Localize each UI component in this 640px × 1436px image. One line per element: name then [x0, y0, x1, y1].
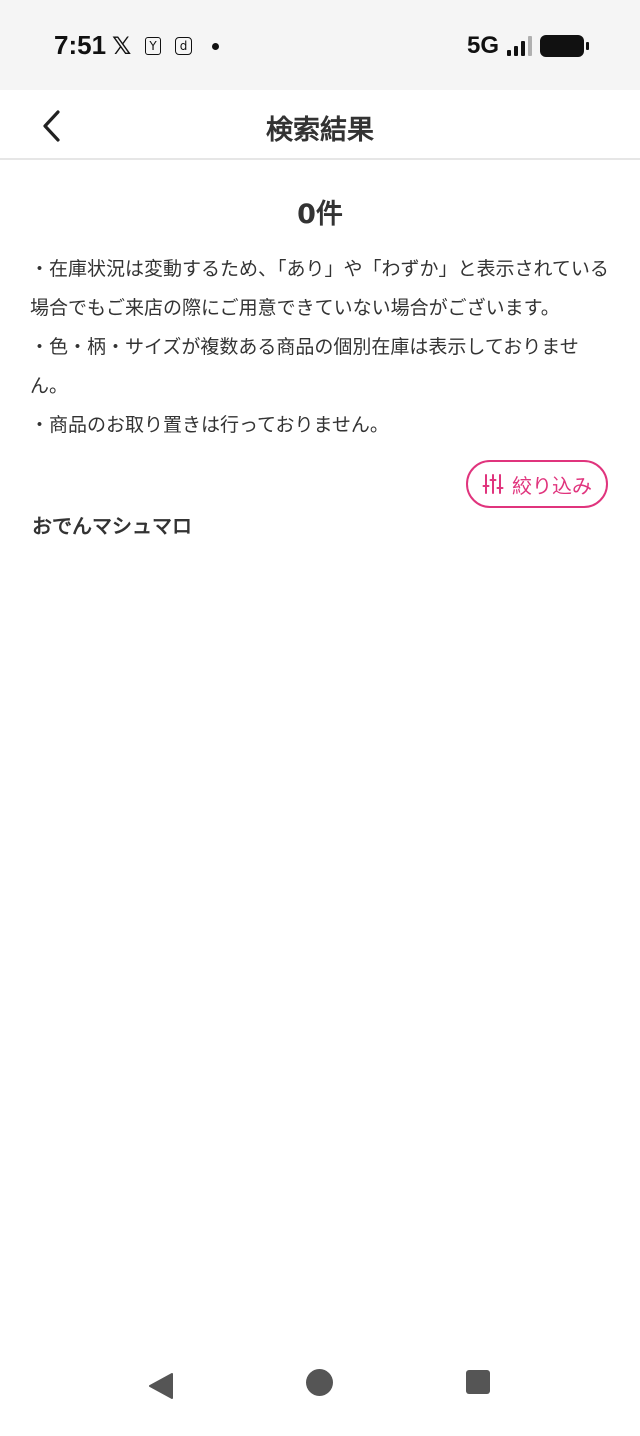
status-right: 5G [466, 32, 589, 60]
network-type: 5G [466, 32, 499, 59]
system-nav-bar [0, 1360, 640, 1436]
stock-notes: ・在庫状況は変動するため、「あり」や「わずか」と表示されている場合でもご来店の際… [30, 250, 610, 445]
yahoo-mail-icon: Y [145, 37, 161, 55]
search-keyword: おでんマシュマロ [32, 514, 192, 538]
sliders-icon [482, 474, 504, 494]
page-title: 検索結果 [266, 115, 374, 146]
nav-home-icon[interactable] [306, 1369, 333, 1396]
filter-label: 絞り込み [512, 473, 592, 498]
notification-dot [212, 42, 220, 50]
note-no-hold: ・商品のお取り置きは行っておりません。 [30, 414, 389, 436]
nav-back-icon[interactable] [148, 1372, 174, 1400]
notification-icons: 𝕏 Y d [112, 32, 220, 60]
nav-recent-icon[interactable] [466, 1370, 490, 1394]
filter-button[interactable]: 絞り込み [466, 460, 608, 508]
signal-icon [507, 36, 532, 56]
d-account-icon: d [174, 37, 193, 55]
app-header: 検索結果 [0, 90, 640, 160]
note-variants: ・色・柄・サイズが複数ある商品の個別在庫は表示しておりません。 [30, 336, 579, 397]
x-icon: 𝕏 [112, 32, 132, 60]
status-bar: 7:51 𝕏 Y d 5G [0, 0, 640, 90]
battery-icon [540, 35, 589, 57]
result-count: 0件 [297, 199, 343, 230]
note-stock-status: ・在庫状況は変動するため、「あり」や「わずか」と表示されている場合でもご来店の際… [30, 258, 609, 319]
status-time: 7:51 [54, 30, 107, 60]
